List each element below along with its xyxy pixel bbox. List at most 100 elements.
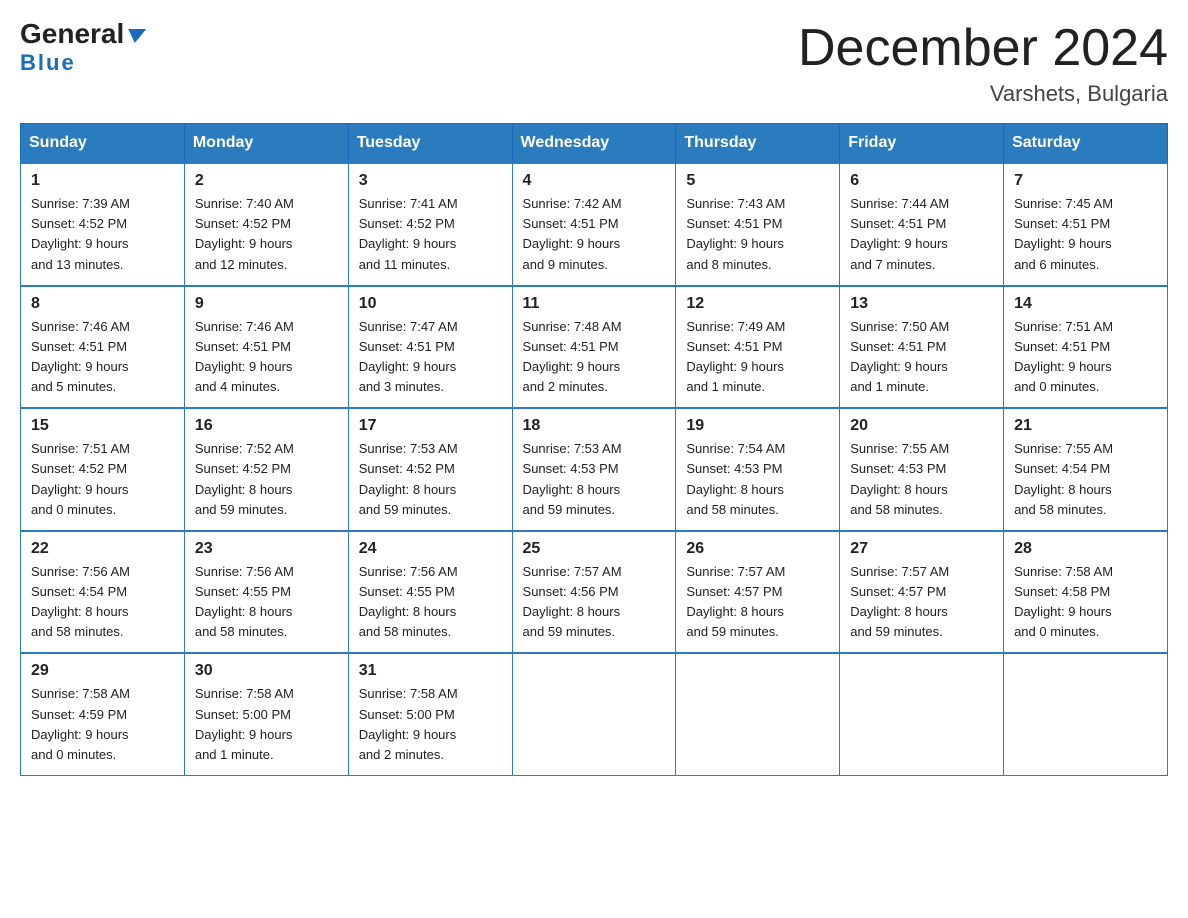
day-number: 13 xyxy=(850,295,993,313)
day-info: Sunrise: 7:47 AM Sunset: 4:51 PM Dayligh… xyxy=(359,317,502,398)
day-info: Sunrise: 7:39 AM Sunset: 4:52 PM Dayligh… xyxy=(31,194,174,275)
day-number: 18 xyxy=(523,417,666,435)
day-number: 28 xyxy=(1014,540,1157,558)
calendar-cell: 26 Sunrise: 7:57 AM Sunset: 4:57 PM Dayl… xyxy=(676,531,840,654)
calendar-cell: 14 Sunrise: 7:51 AM Sunset: 4:51 PM Dayl… xyxy=(1004,286,1168,409)
calendar-cell: 23 Sunrise: 7:56 AM Sunset: 4:55 PM Dayl… xyxy=(184,531,348,654)
calendar-table: Sunday Monday Tuesday Wednesday Thursday… xyxy=(20,123,1168,776)
day-info: Sunrise: 7:57 AM Sunset: 4:57 PM Dayligh… xyxy=(850,562,993,643)
day-number: 2 xyxy=(195,172,338,190)
col-thursday: Thursday xyxy=(676,124,840,164)
calendar-cell: 16 Sunrise: 7:52 AM Sunset: 4:52 PM Dayl… xyxy=(184,408,348,531)
col-monday: Monday xyxy=(184,124,348,164)
day-number: 10 xyxy=(359,295,502,313)
day-info: Sunrise: 7:56 AM Sunset: 4:54 PM Dayligh… xyxy=(31,562,174,643)
day-info: Sunrise: 7:53 AM Sunset: 4:52 PM Dayligh… xyxy=(359,439,502,520)
calendar-cell: 20 Sunrise: 7:55 AM Sunset: 4:53 PM Dayl… xyxy=(840,408,1004,531)
calendar-week-4: 22 Sunrise: 7:56 AM Sunset: 4:54 PM Dayl… xyxy=(21,531,1168,654)
day-number: 11 xyxy=(523,295,666,313)
day-info: Sunrise: 7:52 AM Sunset: 4:52 PM Dayligh… xyxy=(195,439,338,520)
day-info: Sunrise: 7:58 AM Sunset: 5:00 PM Dayligh… xyxy=(359,684,502,765)
day-number: 29 xyxy=(31,662,174,680)
calendar-cell xyxy=(1004,653,1168,775)
day-info: Sunrise: 7:44 AM Sunset: 4:51 PM Dayligh… xyxy=(850,194,993,275)
calendar-cell: 15 Sunrise: 7:51 AM Sunset: 4:52 PM Dayl… xyxy=(21,408,185,531)
col-friday: Friday xyxy=(840,124,1004,164)
day-number: 12 xyxy=(686,295,829,313)
day-info: Sunrise: 7:45 AM Sunset: 4:51 PM Dayligh… xyxy=(1014,194,1157,275)
col-saturday: Saturday xyxy=(1004,124,1168,164)
day-info: Sunrise: 7:51 AM Sunset: 4:52 PM Dayligh… xyxy=(31,439,174,520)
day-info: Sunrise: 7:54 AM Sunset: 4:53 PM Dayligh… xyxy=(686,439,829,520)
calendar-cell: 31 Sunrise: 7:58 AM Sunset: 5:00 PM Dayl… xyxy=(348,653,512,775)
day-info: Sunrise: 7:55 AM Sunset: 4:54 PM Dayligh… xyxy=(1014,439,1157,520)
day-info: Sunrise: 7:49 AM Sunset: 4:51 PM Dayligh… xyxy=(686,317,829,398)
calendar-cell: 18 Sunrise: 7:53 AM Sunset: 4:53 PM Dayl… xyxy=(512,408,676,531)
day-info: Sunrise: 7:56 AM Sunset: 4:55 PM Dayligh… xyxy=(195,562,338,643)
day-number: 31 xyxy=(359,662,502,680)
day-number: 17 xyxy=(359,417,502,435)
calendar-header-row: Sunday Monday Tuesday Wednesday Thursday… xyxy=(21,124,1168,164)
day-number: 8 xyxy=(31,295,174,313)
day-number: 4 xyxy=(523,172,666,190)
calendar-cell: 22 Sunrise: 7:56 AM Sunset: 4:54 PM Dayl… xyxy=(21,531,185,654)
day-number: 9 xyxy=(195,295,338,313)
calendar-cell: 2 Sunrise: 7:40 AM Sunset: 4:52 PM Dayli… xyxy=(184,163,348,286)
day-number: 19 xyxy=(686,417,829,435)
calendar-cell: 29 Sunrise: 7:58 AM Sunset: 4:59 PM Dayl… xyxy=(21,653,185,775)
day-info: Sunrise: 7:56 AM Sunset: 4:55 PM Dayligh… xyxy=(359,562,502,643)
day-info: Sunrise: 7:43 AM Sunset: 4:51 PM Dayligh… xyxy=(686,194,829,275)
calendar-cell xyxy=(676,653,840,775)
calendar-cell xyxy=(840,653,1004,775)
day-number: 21 xyxy=(1014,417,1157,435)
calendar-cell: 5 Sunrise: 7:43 AM Sunset: 4:51 PM Dayli… xyxy=(676,163,840,286)
calendar-cell: 27 Sunrise: 7:57 AM Sunset: 4:57 PM Dayl… xyxy=(840,531,1004,654)
calendar-cell: 6 Sunrise: 7:44 AM Sunset: 4:51 PM Dayli… xyxy=(840,163,1004,286)
logo: General Blue xyxy=(20,20,145,76)
day-number: 30 xyxy=(195,662,338,680)
day-number: 26 xyxy=(686,540,829,558)
calendar-cell: 7 Sunrise: 7:45 AM Sunset: 4:51 PM Dayli… xyxy=(1004,163,1168,286)
day-info: Sunrise: 7:57 AM Sunset: 4:56 PM Dayligh… xyxy=(523,562,666,643)
day-info: Sunrise: 7:57 AM Sunset: 4:57 PM Dayligh… xyxy=(686,562,829,643)
day-number: 20 xyxy=(850,417,993,435)
day-info: Sunrise: 7:40 AM Sunset: 4:52 PM Dayligh… xyxy=(195,194,338,275)
day-info: Sunrise: 7:48 AM Sunset: 4:51 PM Dayligh… xyxy=(523,317,666,398)
day-number: 14 xyxy=(1014,295,1157,313)
calendar-cell: 17 Sunrise: 7:53 AM Sunset: 4:52 PM Dayl… xyxy=(348,408,512,531)
day-number: 3 xyxy=(359,172,502,190)
day-info: Sunrise: 7:46 AM Sunset: 4:51 PM Dayligh… xyxy=(195,317,338,398)
calendar-cell: 8 Sunrise: 7:46 AM Sunset: 4:51 PM Dayli… xyxy=(21,286,185,409)
day-number: 15 xyxy=(31,417,174,435)
day-number: 5 xyxy=(686,172,829,190)
col-wednesday: Wednesday xyxy=(512,124,676,164)
day-info: Sunrise: 7:53 AM Sunset: 4:53 PM Dayligh… xyxy=(523,439,666,520)
calendar-cell: 11 Sunrise: 7:48 AM Sunset: 4:51 PM Dayl… xyxy=(512,286,676,409)
calendar-cell: 10 Sunrise: 7:47 AM Sunset: 4:51 PM Dayl… xyxy=(348,286,512,409)
col-tuesday: Tuesday xyxy=(348,124,512,164)
day-number: 7 xyxy=(1014,172,1157,190)
calendar-cell: 21 Sunrise: 7:55 AM Sunset: 4:54 PM Dayl… xyxy=(1004,408,1168,531)
day-number: 22 xyxy=(31,540,174,558)
day-number: 25 xyxy=(523,540,666,558)
day-number: 23 xyxy=(195,540,338,558)
day-info: Sunrise: 7:51 AM Sunset: 4:51 PM Dayligh… xyxy=(1014,317,1157,398)
calendar-cell: 28 Sunrise: 7:58 AM Sunset: 4:58 PM Dayl… xyxy=(1004,531,1168,654)
calendar-week-1: 1 Sunrise: 7:39 AM Sunset: 4:52 PM Dayli… xyxy=(21,163,1168,286)
page-header: General Blue December 2024 Varshets, Bul… xyxy=(20,20,1168,107)
day-info: Sunrise: 7:55 AM Sunset: 4:53 PM Dayligh… xyxy=(850,439,993,520)
calendar-cell: 12 Sunrise: 7:49 AM Sunset: 4:51 PM Dayl… xyxy=(676,286,840,409)
calendar-week-5: 29 Sunrise: 7:58 AM Sunset: 4:59 PM Dayl… xyxy=(21,653,1168,775)
day-info: Sunrise: 7:46 AM Sunset: 4:51 PM Dayligh… xyxy=(31,317,174,398)
day-number: 27 xyxy=(850,540,993,558)
day-number: 16 xyxy=(195,417,338,435)
calendar-cell: 4 Sunrise: 7:42 AM Sunset: 4:51 PM Dayli… xyxy=(512,163,676,286)
calendar-week-2: 8 Sunrise: 7:46 AM Sunset: 4:51 PM Dayli… xyxy=(21,286,1168,409)
col-sunday: Sunday xyxy=(21,124,185,164)
calendar-cell: 3 Sunrise: 7:41 AM Sunset: 4:52 PM Dayli… xyxy=(348,163,512,286)
calendar-title: December 2024 xyxy=(798,20,1168,77)
day-info: Sunrise: 7:58 AM Sunset: 4:58 PM Dayligh… xyxy=(1014,562,1157,643)
day-number: 6 xyxy=(850,172,993,190)
logo-text-general: General xyxy=(20,20,145,48)
calendar-cell: 19 Sunrise: 7:54 AM Sunset: 4:53 PM Dayl… xyxy=(676,408,840,531)
